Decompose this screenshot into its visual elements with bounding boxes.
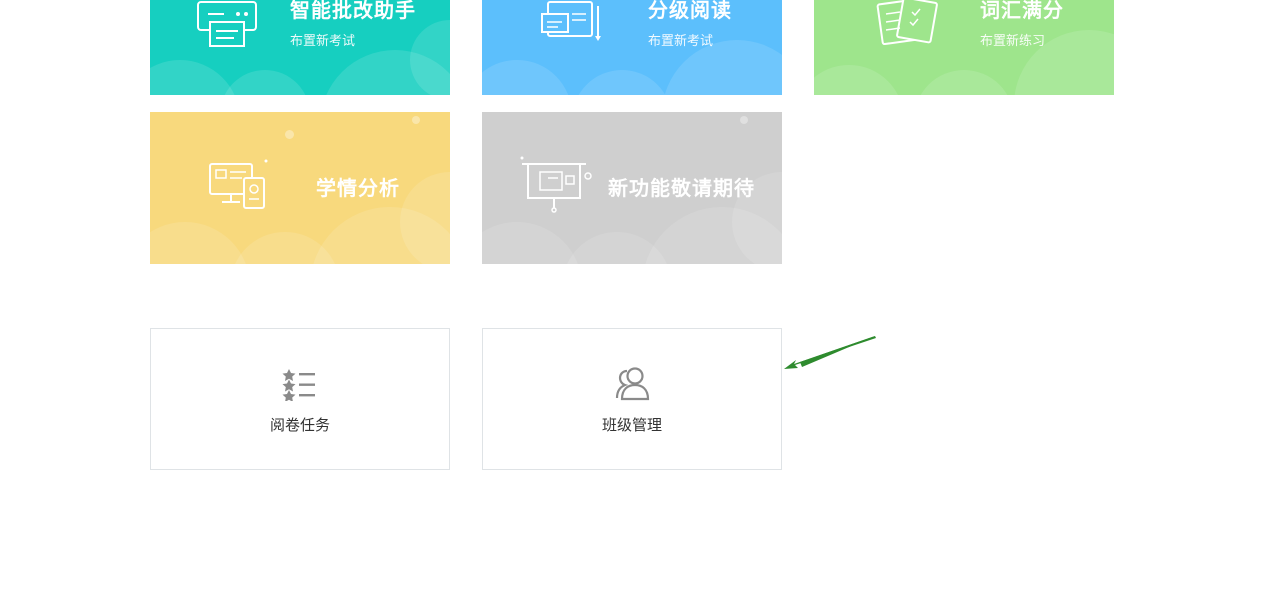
card-coming-soon[interactable]: 新功能敬请期待	[482, 112, 782, 264]
tool-label: 班级管理	[601, 416, 662, 434]
tool-grading-tasks[interactable]: 阅卷任务	[150, 328, 450, 470]
analytics-icon	[209, 159, 268, 209]
card-title: 学情分析	[316, 176, 400, 200]
presentation-board-icon	[520, 156, 592, 213]
card-title: 智能批改助手	[290, 0, 416, 22]
card-title: 分级阅读	[648, 0, 732, 22]
card-title: 词汇满分	[980, 0, 1064, 22]
reading-icon	[541, 1, 601, 41]
card-graded-reading[interactable]: 分级阅读 布置新考试	[482, 0, 782, 95]
users-icon	[615, 367, 650, 401]
card-subtitle: 布置新考试	[648, 34, 714, 49]
card-smart-grading[interactable]: 智能批改助手 布置新考试	[150, 0, 450, 95]
card-title: 新功能敬请期待	[608, 176, 755, 200]
annotation-arrow-icon	[784, 336, 876, 369]
star-list-icon	[282, 369, 315, 401]
tool-class-management[interactable]: 班级管理	[482, 328, 782, 470]
card-analytics[interactable]: 学情分析	[150, 112, 450, 264]
printer-icon	[197, 1, 257, 47]
tool-label: 阅卷任务	[269, 416, 330, 434]
card-vocab-full[interactable]: 词汇满分 布置新练习	[814, 0, 1114, 95]
worksheet-icon	[876, 0, 938, 46]
card-subtitle: 布置新练习	[980, 34, 1046, 49]
card-subtitle: 布置新考试	[290, 34, 356, 49]
